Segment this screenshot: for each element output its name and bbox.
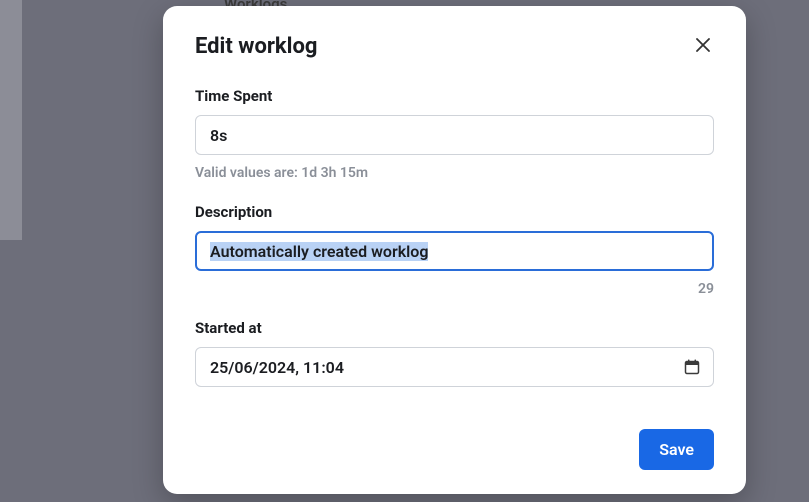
started-at-label: Started at xyxy=(195,319,714,337)
started-at-wrap xyxy=(195,347,714,387)
modal-footer: Save xyxy=(639,429,714,470)
edit-worklog-modal: Edit worklog Time Spent Valid values are… xyxy=(163,6,746,494)
started-at-input[interactable] xyxy=(195,347,714,387)
modal-header: Edit worklog xyxy=(195,34,714,59)
close-icon xyxy=(696,38,710,55)
description-input[interactable]: Automatically created worklog xyxy=(195,231,714,271)
started-at-group: Started at xyxy=(195,319,714,387)
time-spent-group: Time Spent Valid values are: 1d 3h 15m xyxy=(195,87,714,181)
description-char-count: 29 xyxy=(195,281,714,297)
background-left-strip xyxy=(0,0,22,240)
time-spent-helper: Valid values are: 1d 3h 15m xyxy=(195,165,714,181)
close-button[interactable] xyxy=(692,34,714,59)
time-spent-input[interactable] xyxy=(195,115,714,155)
description-value: Automatically created worklog xyxy=(210,242,428,261)
description-label: Description xyxy=(195,203,714,221)
save-button[interactable]: Save xyxy=(639,429,714,470)
description-group: Description Automatically created worklo… xyxy=(195,203,714,297)
modal-title: Edit worklog xyxy=(195,34,317,59)
time-spent-label: Time Spent xyxy=(195,87,714,105)
